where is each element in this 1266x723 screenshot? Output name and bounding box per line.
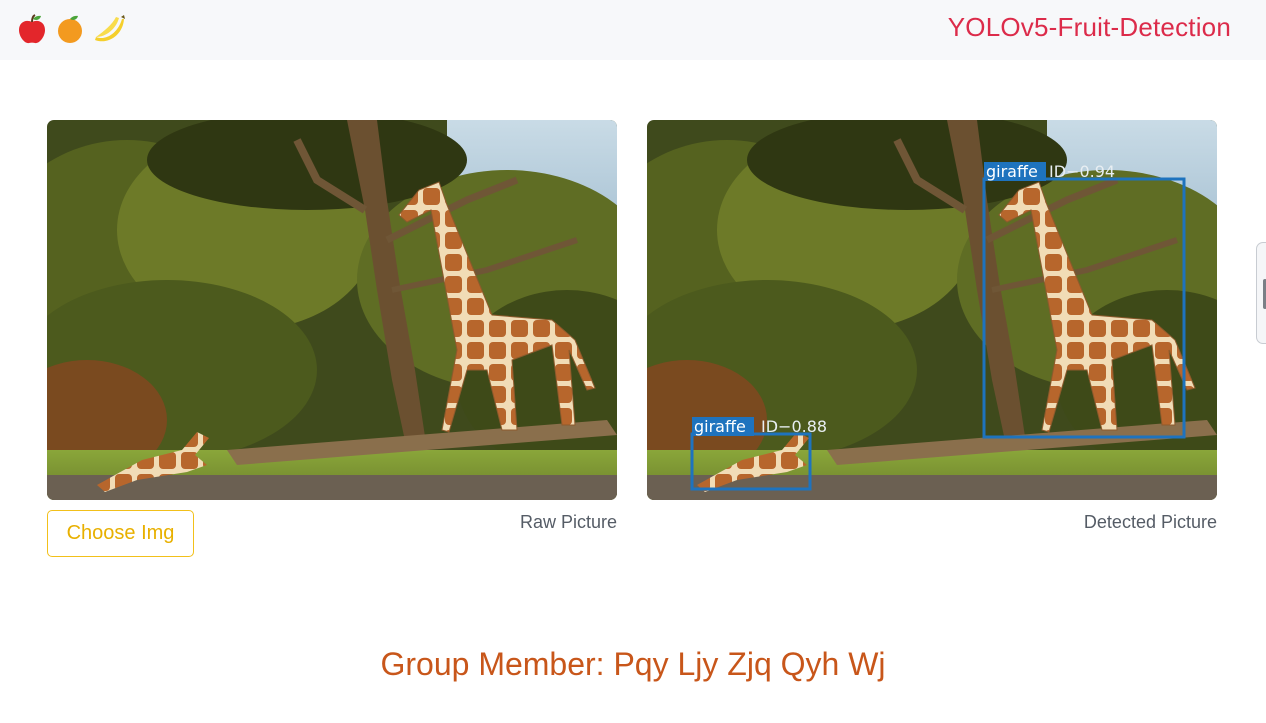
orange-icon [54,13,86,45]
detection-class-label: giraffe [694,417,746,436]
group-members: Group Member: Pqy Ljy Zjq Qyh Wj [380,646,886,682]
apple-icon [16,13,48,45]
fruit-icons [16,12,126,46]
detected-picture-caption: Detected Picture [1083,512,1217,532]
raw-picture-panel [47,120,617,500]
detected-picture-panel: giraffe ID−0.94 giraffe ID−0.88 [647,120,1217,500]
detection-score-label: ID−0.88 [761,417,827,436]
detected-picture-image: giraffe ID−0.94 giraffe ID−0.88 [647,120,1217,500]
detection-class-label: giraffe [986,162,1038,181]
raw-picture-image [47,120,617,500]
raw-picture-caption: Raw Picture [519,512,617,532]
app-title: YOLOv5-Fruit-Detection [947,12,1231,42]
side-scroll-handle[interactable] [1256,242,1266,344]
banana-icon [92,13,126,45]
detection-score-label: ID−0.94 [1049,162,1115,181]
app-header: YOLOv5-Fruit-Detection [0,0,1266,60]
choose-img-button[interactable]: Choose Img [47,510,194,557]
